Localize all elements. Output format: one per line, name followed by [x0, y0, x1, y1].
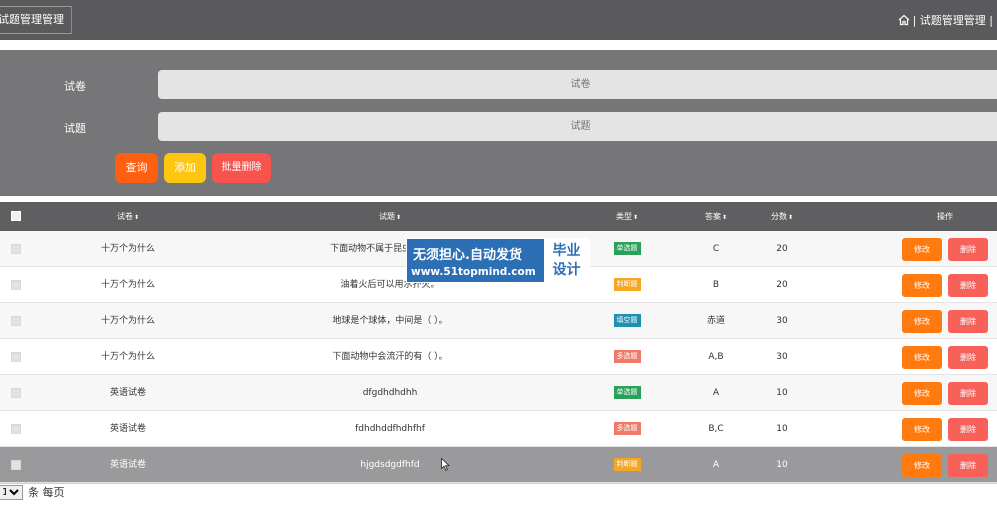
row-checkbox[interactable]: [11, 244, 21, 254]
watermark-badge: 无须担心.自动发货 www.51topmind.com 毕业 设计: [406, 238, 590, 283]
top-bar: 试题管理管理 | 试题管理管理 |: [0, 0, 997, 40]
delete-button[interactable]: 删除: [948, 454, 988, 477]
table-bottom-border: [0, 483, 997, 484]
type-badge: 多选题: [613, 422, 641, 435]
home-icon[interactable]: [898, 14, 910, 26]
table-row-hovered[interactable]: 英语试卷 hjgdsdgdfhfd 判断题 A 10 修改 删除: [0, 447, 997, 483]
cell-question: fdhdhddfhdhfhf: [355, 424, 425, 434]
column-header-paper[interactable]: 试卷⬍: [68, 202, 188, 231]
cell-question: dfgdhdhdhh: [362, 388, 418, 398]
paper-label: 试卷: [64, 80, 86, 93]
edit-button[interactable]: 修改: [902, 274, 942, 297]
cell-answer: A,B: [708, 352, 724, 362]
cell-paper: 十万个为什么: [100, 280, 155, 290]
cell-question: 地球是个球体，中间是（ ）。: [332, 316, 448, 326]
edit-button[interactable]: 修改: [902, 454, 942, 477]
pagination: 10 条 每页: [0, 484, 65, 500]
row-checkbox[interactable]: [11, 424, 21, 434]
sort-icon[interactable]: ⬍: [722, 214, 727, 221]
edit-button[interactable]: 修改: [902, 382, 942, 405]
cell-score: 30: [776, 352, 788, 362]
type-badge: 判断题: [613, 458, 641, 471]
paper-search-input[interactable]: [158, 70, 997, 99]
type-badge: 多选题: [613, 350, 641, 363]
row-checkbox[interactable]: [11, 280, 21, 290]
row-checkbox[interactable]: [11, 388, 21, 398]
question-search-input[interactable]: [158, 112, 997, 141]
delete-button[interactable]: 删除: [948, 238, 988, 261]
cell-answer: B,C: [708, 424, 724, 434]
sort-icon[interactable]: ⬍: [396, 214, 401, 221]
cell-answer: C: [712, 244, 720, 254]
delete-button[interactable]: 删除: [948, 274, 988, 297]
delete-button[interactable]: 删除: [948, 418, 988, 441]
cell-paper: 十万个为什么: [100, 316, 155, 326]
breadcrumb: | 试题管理管理 |: [898, 12, 993, 28]
breadcrumb-label: | 试题管理管理 |: [912, 14, 993, 27]
cell-paper: 英语试卷: [109, 388, 146, 398]
table-row[interactable]: 英语试卷 dfgdhdhdhh 单选题 A 10 修改 删除: [0, 375, 997, 411]
cell-answer: B: [712, 280, 720, 290]
per-page-label: 条 每页: [28, 486, 65, 499]
edit-button[interactable]: 修改: [902, 418, 942, 441]
sort-icon[interactable]: ⬍: [633, 214, 638, 221]
search-panel: 试卷 试题 查询 添加 批量删除: [0, 50, 997, 196]
cell-paper: 英语试卷: [109, 460, 146, 470]
type-badge: 判断题: [613, 278, 641, 291]
cell-answer: 赤道: [706, 316, 725, 326]
cell-score: 10: [776, 388, 788, 398]
cell-paper: 英语试卷: [109, 424, 146, 434]
column-header-score[interactable]: 分数⬍: [755, 202, 809, 231]
page-title-tab[interactable]: 试题管理管理: [0, 6, 72, 34]
edit-button[interactable]: 修改: [902, 346, 942, 369]
watermark-right1: 毕业: [552, 243, 581, 259]
cell-question: hjgdsdgdfhfd: [360, 460, 420, 470]
type-badge: 单选题: [613, 386, 641, 399]
type-badge: 填空题: [613, 314, 641, 327]
cell-question: 下面动物中会流汗的有（ ）。: [332, 352, 448, 362]
delete-button[interactable]: 删除: [948, 310, 988, 333]
cell-score: 10: [776, 460, 788, 470]
cell-answer: A: [712, 388, 720, 398]
cell-score: 20: [776, 244, 788, 254]
select-all-checkbox[interactable]: [11, 211, 21, 221]
spacer: [0, 40, 997, 50]
column-header-answer[interactable]: 答案⬍: [684, 202, 748, 231]
question-label: 试题: [64, 122, 86, 135]
mouse-cursor-icon: [441, 458, 450, 471]
sort-icon[interactable]: ⬍: [134, 214, 139, 221]
row-checkbox[interactable]: [11, 460, 21, 470]
edit-button[interactable]: 修改: [902, 238, 942, 261]
watermark-line2: www.51topmind.com: [411, 266, 536, 278]
cell-answer: A: [712, 460, 720, 470]
cell-score: 10: [776, 424, 788, 434]
column-header-question[interactable]: 试题⬍: [240, 202, 540, 231]
watermark-right2: 设计: [552, 262, 581, 278]
type-badge: 单选题: [613, 242, 641, 255]
row-checkbox[interactable]: [11, 352, 21, 362]
column-header-type[interactable]: 类型⬍: [596, 202, 658, 231]
row-checkbox[interactable]: [11, 316, 21, 326]
edit-button[interactable]: 修改: [902, 310, 942, 333]
delete-button[interactable]: 删除: [948, 346, 988, 369]
query-button[interactable]: 查询: [115, 153, 158, 183]
table-header: 试卷⬍ 试题⬍ 类型⬍ 答案⬍ 分数⬍ 操作: [0, 202, 997, 231]
cell-paper: 十万个为什么: [100, 352, 155, 362]
table-row[interactable]: 十万个为什么 地球是个球体，中间是（ ）。 填空题 赤道 30 修改 删除: [0, 303, 997, 339]
cell-score: 30: [776, 316, 788, 326]
watermark-line1: 无须担心.自动发货: [413, 248, 522, 263]
table-row[interactable]: 英语试卷 fdhdhddfhdhfhf 多选题 B,C 10 修改 删除: [0, 411, 997, 447]
delete-button[interactable]: 删除: [948, 382, 988, 405]
sort-icon[interactable]: ⬍: [788, 214, 793, 221]
page-size-select[interactable]: 10: [0, 484, 23, 500]
cell-score: 20: [776, 280, 788, 290]
add-button[interactable]: 添加: [164, 153, 206, 183]
table-row[interactable]: 十万个为什么 下面动物中会流汗的有（ ）。 多选题 A,B 30 修改 删除: [0, 339, 997, 375]
column-header-actions: 操作: [937, 212, 953, 221]
cell-paper: 十万个为什么: [100, 244, 155, 254]
batch-delete-button[interactable]: 批量删除: [212, 153, 271, 183]
